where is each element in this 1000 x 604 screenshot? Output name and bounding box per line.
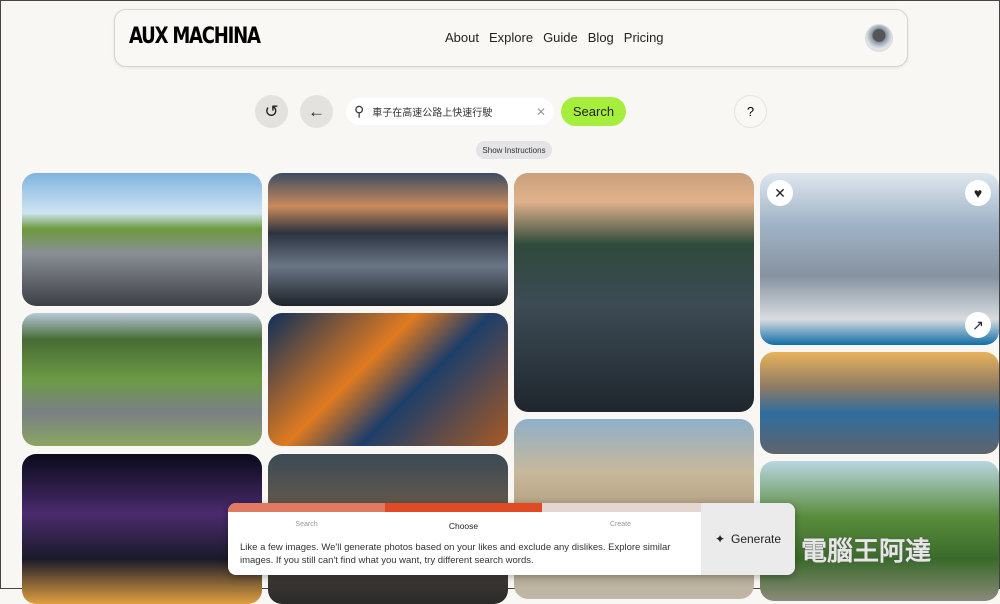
- generate-button[interactable]: ✦ Generate: [701, 503, 795, 575]
- step-bar-choose: [385, 503, 542, 512]
- nav-links: About Explore Guide Blog Pricing: [445, 30, 664, 45]
- back-button[interactable]: ←: [300, 95, 333, 128]
- search-icon: ⚲: [354, 103, 365, 119]
- nav-explore[interactable]: Explore: [489, 30, 533, 45]
- step-create[interactable]: Create: [542, 521, 699, 528]
- search-value: 車子在高速公路上快速行駛: [372, 108, 493, 119]
- step-choose[interactable]: Choose: [385, 521, 542, 531]
- result-image[interactable]: [22, 454, 262, 604]
- expand-arrow-icon[interactable]: ↗: [965, 312, 991, 338]
- dislike-close-icon[interactable]: ✕: [767, 180, 793, 206]
- result-image[interactable]: [22, 173, 262, 306]
- step-bar-create: [542, 503, 701, 512]
- result-image[interactable]: [22, 313, 262, 446]
- watermark: 電腦王阿達: [801, 536, 932, 566]
- step-search[interactable]: Search: [228, 521, 385, 528]
- search-input[interactable]: ⚲ 車子在高速公路上快速行駛 ✕: [346, 98, 554, 125]
- avatar[interactable]: [865, 24, 893, 52]
- instructions-text: Like a few images. We'll generate photos…: [240, 542, 671, 566]
- logo[interactable]: AUX MACHINA: [129, 24, 261, 49]
- result-image[interactable]: [268, 173, 508, 306]
- top-nav: AUX MACHINA About Explore Guide Blog Pri…: [114, 9, 908, 67]
- arrow-left-icon: ←: [308, 101, 325, 121]
- nav-about[interactable]: About: [445, 30, 479, 45]
- sparkle-icon: ✦: [714, 532, 725, 546]
- nav-blog[interactable]: Blog: [588, 30, 614, 45]
- result-image[interactable]: [514, 173, 754, 412]
- result-image[interactable]: [760, 352, 999, 454]
- nav-guide[interactable]: Guide: [543, 30, 578, 45]
- search-button[interactable]: Search: [561, 97, 626, 126]
- result-image[interactable]: [760, 173, 999, 345]
- help-button[interactable]: ?: [734, 95, 767, 128]
- show-instructions-button[interactable]: Show Instructions: [476, 141, 552, 159]
- clear-icon[interactable]: ✕: [536, 105, 546, 119]
- undo-icon: ↺: [264, 101, 279, 121]
- generate-label: Generate: [731, 532, 782, 546]
- workflow-panel: Search Choose Create Like a few images. …: [228, 503, 795, 575]
- nav-pricing[interactable]: Pricing: [624, 30, 664, 45]
- reset-button[interactable]: ↺: [255, 95, 288, 128]
- heart-icon[interactable]: ♥: [965, 180, 991, 206]
- result-image[interactable]: [268, 313, 508, 446]
- step-bar-search: [228, 503, 385, 512]
